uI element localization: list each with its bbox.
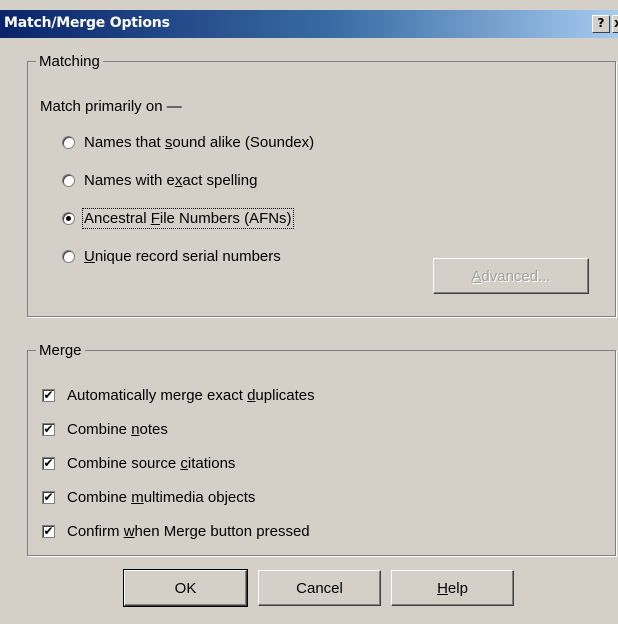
check-combine-citations-label: Combine source citations [67, 455, 236, 472]
radio-exact-spelling-label: Names with exact spelling [84, 172, 258, 189]
ok-button[interactable]: OK [123, 569, 248, 607]
check-confirm-merge[interactable]: ✔ Confirm when Merge button pressed [42, 523, 310, 540]
merge-group: Merge ✔ Automatically merge exact duplic… [27, 342, 616, 556]
check-merge-duplicates[interactable]: ✔ Automatically merge exact duplicates [42, 387, 315, 404]
check-merge-duplicates-label: Automatically merge exact duplicates [67, 387, 315, 404]
checkbox-checked-icon[interactable]: ✔ [42, 423, 55, 436]
radio-unique-serial-label: Unique record serial numbers [84, 248, 281, 265]
help-label-post: elp [447, 579, 468, 597]
close-icon[interactable]: x [612, 15, 618, 33]
checkbox-checked-icon[interactable]: ✔ [42, 389, 55, 402]
radio-circle[interactable] [62, 136, 75, 149]
help-question-icon[interactable]: ? [592, 15, 610, 33]
radio-afn[interactable]: Ancestral File Numbers (AFNs) [62, 208, 294, 229]
check-combine-multimedia[interactable]: ✔ Combine multimedia objects [42, 489, 255, 506]
merge-legend: Merge [39, 342, 82, 359]
radio-exact-spelling[interactable]: Names with exact spelling [62, 172, 257, 189]
match-merge-dialog: Match/Merge Options ? x Matching Match p… [0, 0, 618, 624]
check-confirm-merge-label: Confirm when Merge button pressed [67, 523, 310, 540]
radio-afn-label: Ancestral File Numbers (AFNs) [82, 208, 294, 229]
advanced-label-mnemonic: A [471, 267, 482, 285]
checkbox-checked-icon[interactable]: ✔ [42, 525, 55, 538]
title-bar: Match/Merge Options ? x [0, 10, 618, 38]
radio-soundex[interactable]: Names that sound alike (Soundex) [62, 134, 314, 151]
advanced-label-post: dvanced... [481, 267, 551, 285]
radio-unique-serial[interactable]: Unique record serial numbers [62, 248, 281, 265]
checkbox-checked-icon[interactable]: ✔ [42, 491, 55, 504]
check-combine-notes-label: Combine notes [67, 421, 168, 438]
dialog-title: Match/Merge Options [4, 15, 170, 31]
matching-legend: Matching [39, 53, 100, 70]
cancel-button[interactable]: Cancel [258, 570, 381, 606]
check-combine-multimedia-label: Combine multimedia objects [67, 489, 256, 506]
match-primarily-label: Match primarily on — [40, 98, 182, 115]
advanced-button[interactable]: Advanced... [433, 258, 589, 294]
radio-circle-selected[interactable] [62, 212, 75, 225]
check-combine-notes[interactable]: ✔ Combine notes [42, 421, 168, 438]
checkbox-checked-icon[interactable]: ✔ [42, 457, 55, 470]
check-combine-citations[interactable]: ✔ Combine source citations [42, 455, 235, 472]
help-label-mnemonic: H [437, 579, 448, 597]
radio-circle[interactable] [62, 250, 75, 263]
help-button[interactable]: Help [391, 570, 514, 606]
radio-soundex-label: Names that sound alike (Soundex) [84, 134, 315, 151]
radio-circle[interactable] [62, 174, 75, 187]
